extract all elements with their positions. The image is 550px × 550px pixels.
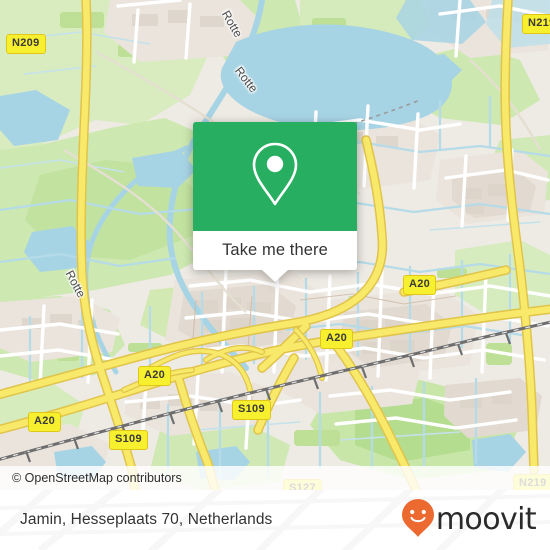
road-shield-s109-center[interactable]: S109	[232, 400, 271, 420]
popup-pointer-tail	[262, 270, 288, 282]
osm-attribution[interactable]: © OpenStreetMap contributors	[0, 466, 550, 490]
road-shield-n209[interactable]: N209	[6, 34, 46, 54]
take-me-there-label: Take me there	[222, 241, 328, 259]
moovit-logo[interactable]: moovit	[401, 498, 537, 543]
osm-attribution-text: © OpenStreetMap contributors	[12, 471, 182, 485]
map-pin-icon	[247, 140, 303, 213]
popup-footer[interactable]: Take me there	[193, 231, 357, 270]
road-shield-a20-mid[interactable]: A20	[138, 366, 172, 386]
road-shield-a20-center[interactable]: A20	[320, 329, 354, 349]
moovit-map-screenshot: N209 N219 A20 A20 A20 A20 S109 S109 S127…	[0, 0, 550, 550]
moovit-smiley-pin-icon	[401, 498, 435, 543]
footer-content: Jamin, Hesseplaats 70, Netherlands moovi…	[0, 490, 550, 550]
road-shield-s109-west[interactable]: S109	[109, 430, 148, 450]
road-shield-a20-west[interactable]: A20	[28, 412, 62, 432]
location-address: Jamin, Hesseplaats 70, Netherlands	[20, 511, 273, 528]
destination-popup-card[interactable]: Take me there	[193, 122, 357, 282]
footer-bar: Jamin, Hesseplaats 70, Netherlands moovi…	[0, 490, 550, 550]
road-shield-n219-top[interactable]: N219	[522, 14, 550, 34]
map-canvas[interactable]: N209 N219 A20 A20 A20 A20 S109 S109 S127…	[0, 0, 550, 490]
road-shield-a20-east[interactable]: A20	[403, 275, 437, 295]
popup-header	[193, 122, 357, 231]
moovit-wordmark: moovit	[435, 502, 537, 537]
